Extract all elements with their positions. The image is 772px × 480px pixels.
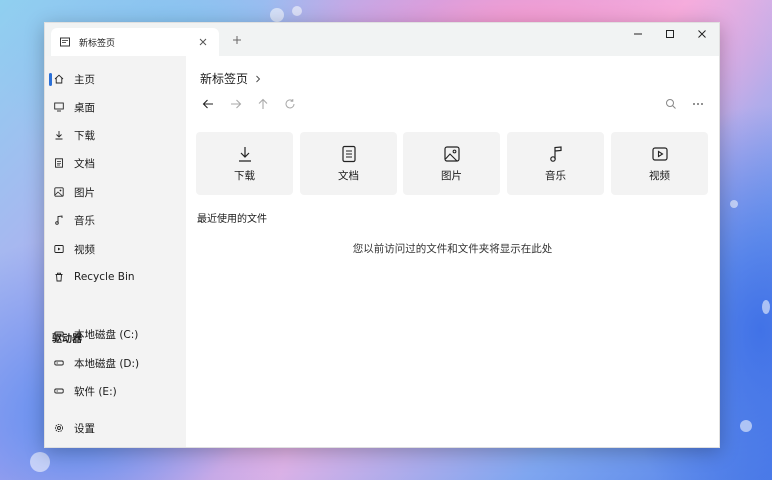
- chevron-right-icon: [255, 75, 261, 83]
- sidebar-item-drive-e[interactable]: 软件 (E:): [49, 378, 181, 404]
- sidebar-item-label: 文档: [74, 157, 95, 170]
- quick-access-pictures[interactable]: 图片: [403, 132, 500, 195]
- download-icon: [54, 130, 64, 140]
- sidebar-item-label: 下载: [74, 129, 95, 142]
- quick-access-documents[interactable]: 文档: [300, 132, 397, 195]
- sidebar-item-videos[interactable]: 视频: [49, 236, 181, 262]
- new-tab-icon[interactable]: [231, 34, 243, 46]
- sidebar: 主页 桌面 下载 文档 图片 音乐 视频 Recycle Bin 驱动器 本地磁…: [45, 56, 186, 447]
- search-icon: [666, 99, 676, 109]
- file-explorer-window: 新标签页 主页 桌面 下载 文档 图片 音乐 视频 Recycle Bin 驱动…: [44, 22, 720, 448]
- tile-label: 下载: [234, 169, 255, 182]
- sidebar-item-recycle-bin[interactable]: Recycle Bin: [49, 264, 181, 290]
- sidebar-item-label: 视频: [74, 243, 95, 256]
- settings-label: 设置: [74, 422, 95, 435]
- sidebar-item-label: 软件 (E:): [74, 385, 117, 398]
- search-button[interactable]: [664, 97, 678, 111]
- refresh-icon: [285, 99, 295, 109]
- music-icon: [547, 145, 565, 163]
- sidebar-item-label: 主页: [74, 73, 95, 86]
- tile-label: 文档: [338, 169, 359, 182]
- back-button[interactable]: [201, 97, 215, 111]
- drive-icon: [54, 358, 64, 368]
- wallpaper-bubble: [762, 300, 770, 314]
- main-content: 新标签页 下载 文档 图片 音乐 视频 最近使用的文件 您以前访问过的文件和文件…: [186, 56, 719, 447]
- tab-page-icon: [60, 37, 70, 47]
- tab-new-tab[interactable]: 新标签页: [51, 28, 219, 56]
- sidebar-item-downloads[interactable]: 下载: [49, 122, 181, 148]
- recent-files-empty-message: 您以前访问过的文件和文件夹将显示在此处: [352, 243, 553, 255]
- drive-icon: [54, 386, 64, 396]
- tab-title: 新标签页: [79, 38, 116, 49]
- home-icon: [54, 74, 64, 84]
- sidebar-item-desktop[interactable]: 桌面: [49, 94, 181, 120]
- sidebar-item-label: 图片: [74, 186, 95, 199]
- image-icon: [54, 187, 64, 197]
- breadcrumb-item[interactable]: 新标签页: [200, 70, 248, 87]
- wallpaper-bubble: [270, 8, 284, 22]
- more-options-button[interactable]: [691, 97, 705, 111]
- video-icon: [54, 244, 64, 254]
- recycle-bin-icon: [54, 272, 64, 282]
- wallpaper-bubble: [730, 200, 738, 208]
- sidebar-item-documents[interactable]: 文档: [49, 150, 181, 176]
- minimize-icon[interactable]: [622, 23, 654, 45]
- gear-icon: [54, 423, 64, 433]
- quick-access-music[interactable]: 音乐: [507, 132, 604, 195]
- sidebar-item-music[interactable]: 音乐: [49, 207, 181, 233]
- sidebar-item-label: 桌面: [74, 101, 95, 114]
- sidebar-item-label: 本地磁盘 (C:): [74, 328, 139, 341]
- document-icon: [54, 158, 64, 168]
- sidebar-item-drive-c[interactable]: 本地磁盘 (C:): [49, 321, 181, 347]
- sidebar-item-pictures[interactable]: 图片: [49, 179, 181, 205]
- settings-button[interactable]: 设置: [49, 415, 181, 441]
- sidebar-item-drive-d[interactable]: 本地磁盘 (D:): [49, 350, 181, 376]
- video-icon: [651, 145, 669, 163]
- sidebar-item-home[interactable]: 主页: [49, 66, 181, 92]
- up-button[interactable]: [256, 97, 270, 111]
- refresh-button[interactable]: [283, 97, 297, 111]
- maximize-icon[interactable]: [654, 23, 686, 45]
- quick-access-downloads[interactable]: 下载: [196, 132, 293, 195]
- breadcrumb: 新标签页: [200, 70, 261, 87]
- document-icon: [340, 145, 358, 163]
- desktop-icon: [54, 102, 64, 112]
- forward-button[interactable]: [229, 97, 243, 111]
- title-bar: 新标签页: [45, 23, 719, 56]
- close-tab-icon[interactable]: [197, 36, 209, 48]
- quick-access-videos[interactable]: 视频: [611, 132, 708, 195]
- tile-label: 视频: [649, 169, 670, 182]
- more-icon: [693, 103, 703, 105]
- recent-files-title: 最近使用的文件: [197, 214, 267, 225]
- tile-label: 音乐: [545, 169, 566, 182]
- wallpaper-bubble: [292, 6, 302, 16]
- sidebar-item-label: 音乐: [74, 214, 95, 227]
- arrow-left-icon: [202, 99, 213, 109]
- tile-label: 图片: [441, 169, 462, 182]
- sidebar-item-label: Recycle Bin: [74, 271, 135, 283]
- arrow-right-icon: [231, 99, 242, 109]
- wallpaper-bubble: [30, 452, 50, 472]
- image-icon: [443, 145, 461, 163]
- wallpaper-bubble: [740, 420, 752, 432]
- sidebar-item-label: 本地磁盘 (D:): [74, 357, 140, 370]
- download-icon: [236, 145, 254, 163]
- arrow-up-icon: [258, 98, 268, 109]
- music-icon: [54, 215, 64, 225]
- close-icon[interactable]: [686, 23, 718, 45]
- drive-icon: [54, 329, 64, 339]
